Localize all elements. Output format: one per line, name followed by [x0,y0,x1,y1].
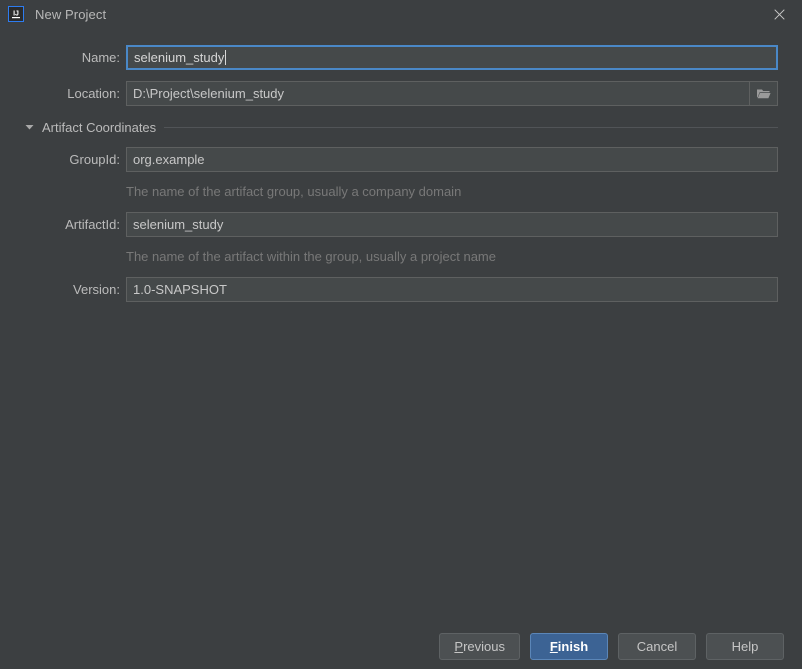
location-input[interactable]: D:\Project\selenium_study [126,81,749,106]
name-input[interactable]: selenium_study [126,45,778,70]
name-row: Name: selenium_study [24,45,778,70]
artifactid-label: ArtifactId: [65,217,120,232]
name-label: Name: [81,50,120,65]
finish-button-mnemonic: F [549,638,558,654]
groupid-hint: The name of the artifact group, usually … [126,184,462,199]
location-label: Location: [67,86,120,101]
artifact-coordinates-section-header[interactable]: Artifact Coordinates [24,118,778,136]
dialog-footer: Previous Finish Cancel Help [0,623,802,669]
version-input[interactable]: 1.0-SNAPSHOT [126,277,778,302]
version-row: Version: 1.0-SNAPSHOT [24,277,778,302]
chevron-down-icon[interactable] [24,122,35,133]
cancel-button[interactable]: Cancel [618,632,696,660]
window-title: New Project [35,6,107,22]
folder-icon[interactable] [749,81,778,106]
svg-text:IJ: IJ [13,11,19,18]
artifact-coordinates-title: Artifact Coordinates [42,119,157,135]
help-button[interactable]: Help [706,632,784,660]
groupid-input[interactable]: org.example [126,147,778,172]
previous-button-mnemonic: P [454,638,464,654]
title-bar: IJ New Project [0,0,802,28]
name-input-value: selenium_study [134,50,225,65]
previous-button[interactable]: Previous [439,632,520,660]
groupid-row: GroupId: org.example [24,147,778,172]
version-label: Version: [73,282,120,297]
finish-button-label: inish [557,638,589,654]
groupid-input-value: org.example [133,152,205,167]
location-input-value: D:\Project\selenium_study [133,86,285,101]
intellij-idea-icon: IJ [8,6,24,22]
text-caret [225,50,227,65]
close-icon[interactable] [756,0,802,28]
artifactid-input[interactable]: selenium_study [126,212,778,237]
location-row: Location: D:\Project\selenium_study [24,81,778,106]
version-input-value: 1.0-SNAPSHOT [133,282,227,297]
artifactid-hint: The name of the artifact within the grou… [126,249,496,264]
new-project-dialog: IJ New Project Name: selenium_study Loca… [0,0,802,669]
groupid-label: GroupId: [69,152,120,167]
section-divider [164,126,778,128]
finish-button[interactable]: Finish [530,632,608,660]
artifactid-input-value: selenium_study [133,217,224,232]
previous-button-label: revious [463,638,505,654]
artifactid-row: ArtifactId: selenium_study [24,212,778,237]
